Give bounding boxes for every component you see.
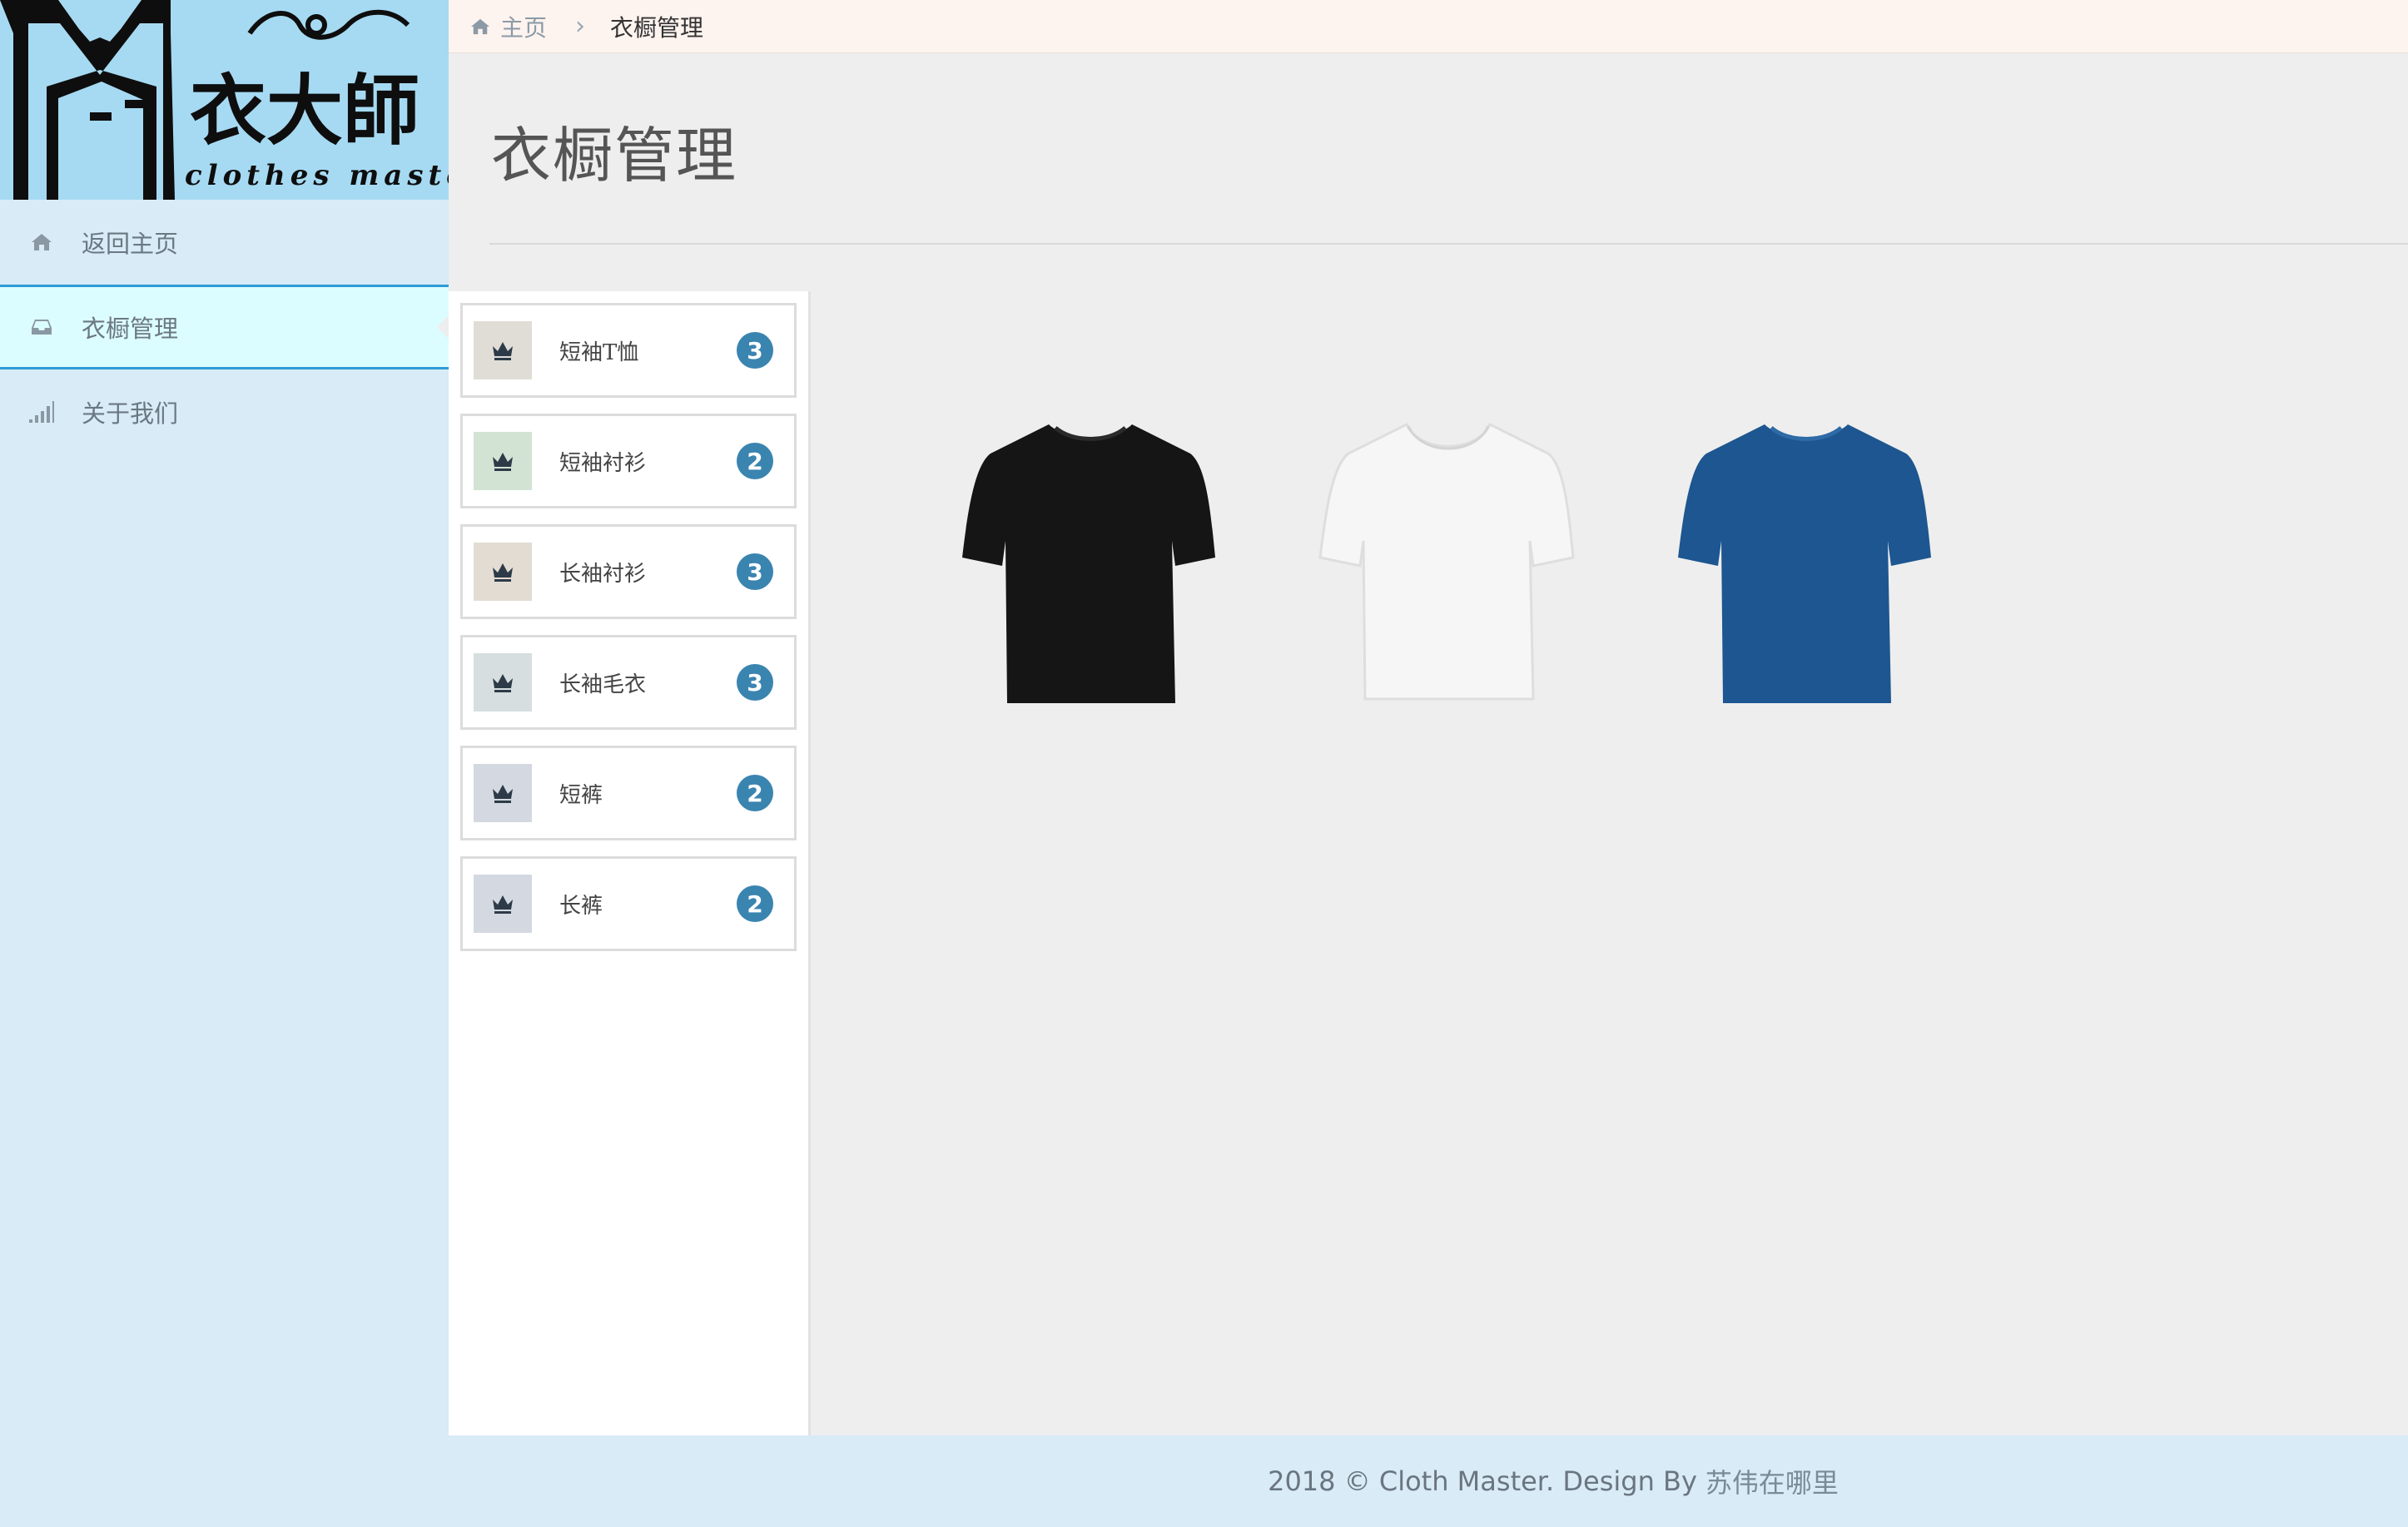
category-item[interactable]: 长袖毛衣 3	[460, 635, 797, 730]
crown-icon	[474, 543, 532, 601]
crown-icon	[474, 653, 532, 711]
crown-icon	[474, 875, 532, 933]
category-label: 短袖T恤	[559, 340, 639, 365]
count-badge: 2	[737, 775, 773, 811]
sidebar: 衣大師 clothes master 返回主页 衣橱管理	[0, 0, 450, 1527]
blue-tshirt-image[interactable]	[1673, 416, 1939, 716]
page-title: 衣橱管理	[491, 121, 738, 191]
footer-copyright: 2018 © Cloth Master. Design By	[1268, 1465, 1697, 1497]
sidebar-item-wardrobe[interactable]: 衣橱管理	[0, 285, 450, 369]
home-icon[interactable]	[470, 17, 490, 36]
count-badge: 2	[737, 885, 773, 922]
header-divider	[489, 243, 2408, 245]
sidebar-item-label: 关于我们	[82, 399, 179, 428]
signal-icon	[23, 401, 60, 423]
crown-icon	[474, 321, 532, 379]
inbox-icon	[23, 318, 60, 336]
category-item[interactable]: 长裤 2	[460, 856, 797, 951]
sidebar-item-label: 衣橱管理	[82, 315, 179, 343]
count-badge: 3	[737, 664, 773, 701]
category-item[interactable]: 短袖T恤 3	[460, 303, 797, 398]
crown-icon	[474, 764, 532, 822]
logo-graphic: 衣大師 clothes master	[0, 0, 449, 200]
footer-author-link[interactable]: 苏伟在哪里	[1705, 1462, 1839, 1500]
breadcrumb: 主页 › 衣橱管理	[449, 0, 2408, 53]
category-item[interactable]: 短袖衬衫 2	[460, 414, 797, 508]
category-item[interactable]: 短裤 2	[460, 746, 797, 840]
category-label: 长袖毛衣	[559, 672, 647, 697]
crown-icon	[474, 432, 532, 490]
svg-text:衣大師: 衣大師	[190, 67, 420, 156]
sidebar-item-home[interactable]: 返回主页	[0, 200, 449, 285]
sidebar-item-label: 返回主页	[82, 230, 179, 258]
category-panel: 短袖T恤 3 短袖衬衫 2 长袖衬衫 3 长袖毛衣 3 短裤 2 长裤 2	[449, 291, 811, 1435]
category-label: 长裤	[559, 893, 603, 919]
sidebar-nav: 返回主页 衣橱管理 关于我们	[0, 200, 450, 454]
footer: 2018 © Cloth Master. Design By 苏伟在哪里	[449, 1435, 2408, 1527]
chevron-right-icon: ›	[575, 12, 586, 41]
breadcrumb-home-link[interactable]: 主页	[500, 10, 547, 43]
svg-text:clothes master: clothes master	[185, 159, 449, 192]
count-badge: 3	[737, 553, 773, 590]
category-label: 短裤	[559, 782, 603, 808]
category-label: 短袖衬衫	[559, 450, 647, 476]
white-tshirt-image[interactable]	[1315, 416, 1581, 716]
count-badge: 3	[737, 332, 773, 369]
home-icon	[23, 232, 60, 252]
category-item[interactable]: 长袖衬衫 3	[460, 524, 797, 619]
category-label: 长袖衬衫	[559, 561, 647, 587]
black-tshirt-image[interactable]	[957, 416, 1224, 716]
logo[interactable]: 衣大師 clothes master	[0, 0, 449, 200]
sidebar-item-about[interactable]: 关于我们	[0, 369, 449, 454]
breadcrumb-current: 衣橱管理	[610, 13, 704, 42]
count-badge: 2	[737, 443, 773, 479]
